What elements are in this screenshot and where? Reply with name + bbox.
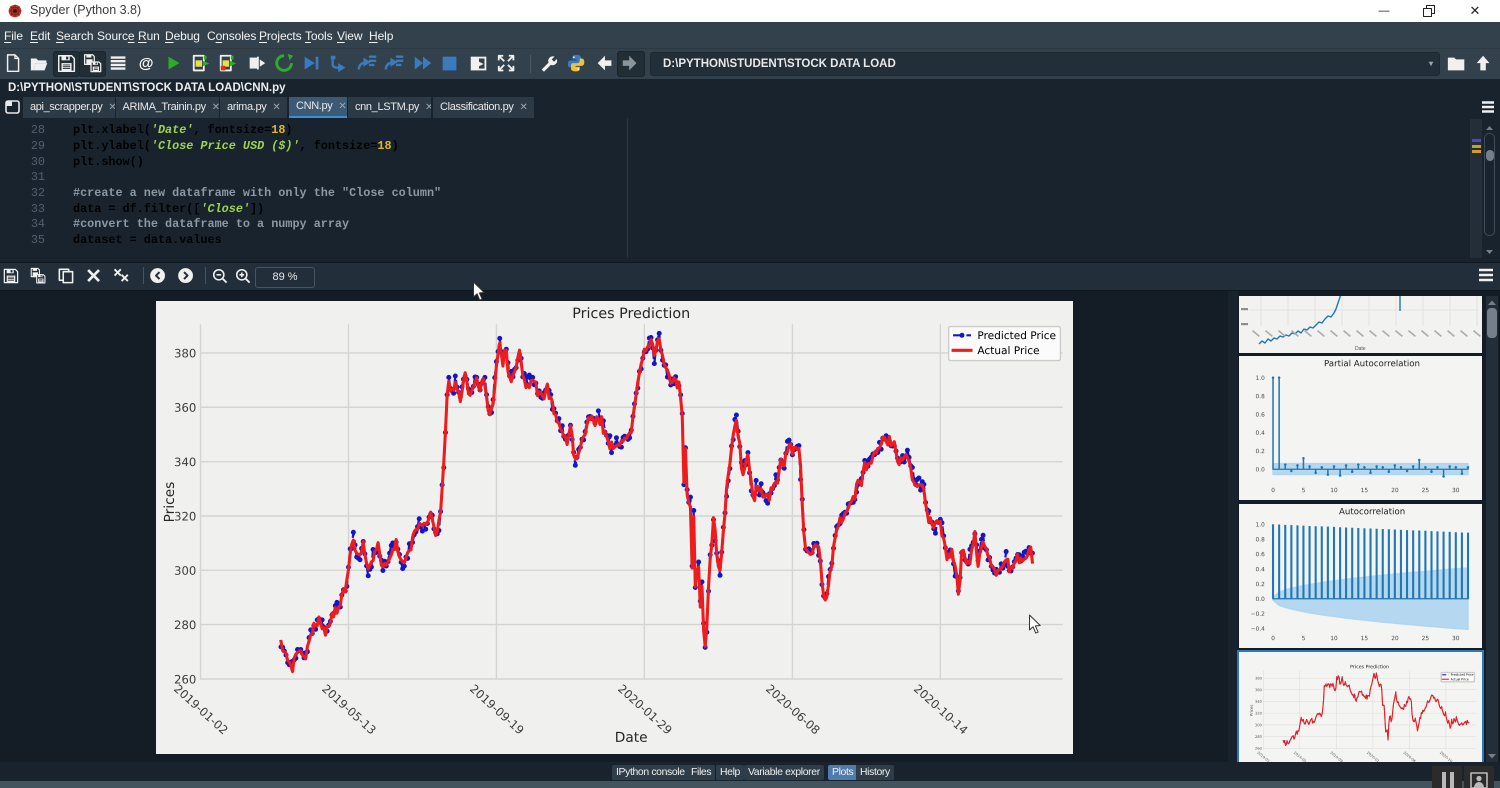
svg-text:Date: Date [1355,346,1366,352]
svg-text:@: @ [139,55,154,72]
